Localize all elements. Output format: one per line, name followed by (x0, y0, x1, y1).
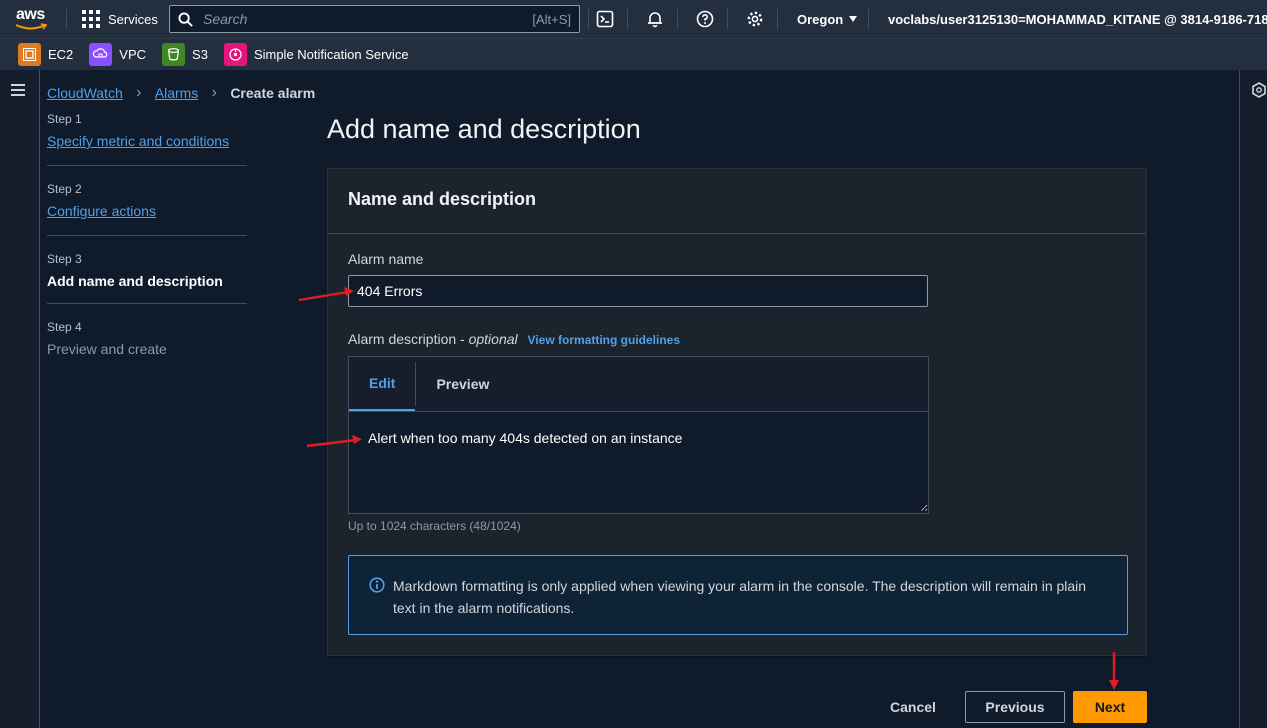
services-menu-button[interactable]: Services (82, 0, 158, 38)
character-count-hint: Up to 1024 characters (48/1024) (348, 519, 521, 533)
step-number: Step 1 (47, 112, 82, 126)
wizard-steps: Step 1 Specify metric and conditions Ste… (47, 112, 247, 387)
cloudshell-icon[interactable] (595, 9, 615, 29)
nav-divider (627, 9, 628, 29)
services-label: Services (108, 11, 158, 27)
step-link-specify-metric[interactable]: Specify metric and conditions (47, 133, 229, 149)
tab-edit[interactable]: Edit (349, 357, 416, 411)
settings-gear-icon[interactable] (745, 9, 765, 29)
favorite-ec2[interactable]: EC2 (18, 43, 73, 66)
optional-label: optional (468, 331, 518, 347)
breadcrumb-link-alarms[interactable]: Alarms (155, 85, 199, 101)
info-icon (369, 577, 385, 593)
search-icon (178, 11, 193, 27)
nav-divider (868, 9, 869, 29)
side-navigation-rail (0, 70, 40, 728)
search-box[interactable]: [Alt+S] (169, 5, 580, 33)
aws-logo[interactable]: aws (14, 5, 54, 33)
favorite-label: VPC (119, 47, 147, 62)
tab-preview[interactable]: Preview (416, 357, 509, 411)
editor-tabs: Edit Preview (349, 357, 928, 412)
info-alert-text: Markdown formatting is only applied when… (393, 578, 1087, 616)
page-title: Add name and description (327, 114, 641, 144)
wizard-step-1: Step 1 Specify metric and conditions (47, 112, 247, 166)
ec2-service-icon (18, 43, 41, 66)
chevron-right-icon: › (211, 84, 217, 101)
s3-service-icon (162, 43, 186, 66)
step-number: Step 2 (47, 182, 82, 196)
annotation-arrow-icon (298, 287, 354, 302)
region-selector[interactable]: Oregon (797, 0, 858, 38)
favorite-s3[interactable]: S3 (162, 43, 208, 66)
description-label-text: Alarm description - (348, 331, 469, 347)
nav-divider (66, 9, 67, 29)
step-preview-and-create: Preview and create (47, 341, 167, 357)
info-panel-icon[interactable] (1251, 82, 1267, 98)
breadcrumb-current: Create alarm (230, 85, 316, 101)
favorites-bar: EC2 VPC S3 Simple Notification Service (0, 38, 1267, 70)
alarm-description-label: Alarm description - optional View format… (348, 331, 680, 347)
next-button[interactable]: Next (1073, 691, 1147, 723)
wizard-actions: Cancel Previous Next (41, 691, 1147, 723)
account-label: voclabs/user3125130=MOHAMMAD_KITANE @ 38… (888, 11, 1267, 27)
sns-service-icon (223, 43, 247, 66)
step-number: Step 4 (47, 320, 82, 334)
grid-icon (82, 10, 100, 28)
main-content: CloudWatch › Alarms › Create alarm Step … (41, 70, 1239, 728)
description-editor: Edit Preview Alert when too many 404s de… (348, 356, 929, 514)
nav-divider (727, 9, 728, 29)
breadcrumb-link-cloudwatch[interactable]: CloudWatch (47, 85, 123, 101)
favorite-label: Simple Notification Service (253, 47, 409, 62)
name-description-container: Name and description Alarm name Alarm de… (327, 168, 1147, 656)
alarm-description-textarea[interactable]: Alert when too many 404s detected on an … (349, 412, 928, 512)
wizard-step-3: Step 3 Add name and description (47, 252, 247, 304)
region-label: Oregon (797, 11, 844, 27)
step-link-configure-actions[interactable]: Configure actions (47, 203, 156, 219)
notifications-bell-icon[interactable] (645, 9, 665, 29)
alarm-name-input[interactable] (348, 275, 928, 307)
nav-divider (677, 9, 678, 29)
search-shortcut: [Alt+S] (532, 11, 571, 27)
wizard-step-4: Step 4 Preview and create (47, 320, 247, 371)
step-current-add-name: Add name and description (47, 273, 223, 289)
favorite-sns[interactable]: Simple Notification Service (223, 43, 409, 66)
chevron-right-icon: › (136, 84, 142, 101)
right-tools-rail (1239, 70, 1267, 728)
cancel-button[interactable]: Cancel (875, 691, 951, 723)
annotation-arrow-icon (306, 435, 362, 448)
alarm-name-label: Alarm name (348, 251, 424, 267)
view-formatting-guidelines-link[interactable]: View formatting guidelines (528, 333, 680, 347)
caret-down-icon (849, 16, 858, 22)
nav-divider (777, 9, 778, 29)
nav-divider (588, 9, 589, 29)
breadcrumb: CloudWatch › Alarms › Create alarm (47, 84, 315, 102)
help-icon[interactable] (695, 9, 715, 29)
hamburger-menu-icon[interactable] (11, 84, 25, 96)
step-number: Step 3 (47, 252, 82, 266)
search-input[interactable] (203, 11, 503, 27)
container-header: Name and description (328, 169, 1146, 234)
top-navigation: aws Services [Alt+S] Oregon voclabs/user… (0, 0, 1267, 38)
previous-button[interactable]: Previous (965, 691, 1065, 723)
aws-logo-text: aws (16, 6, 45, 23)
markdown-info-alert: Markdown formatting is only applied when… (348, 555, 1128, 635)
vpc-service-icon (89, 43, 113, 66)
favorite-label: EC2 (48, 47, 74, 62)
annotation-arrow-icon (1109, 652, 1119, 690)
wizard-step-2: Step 2 Configure actions (47, 182, 247, 236)
favorite-vpc[interactable]: VPC (89, 43, 146, 66)
account-menu[interactable]: voclabs/user3125130=MOHAMMAD_KITANE @ 38… (888, 0, 1267, 38)
favorite-label: S3 (192, 47, 208, 62)
